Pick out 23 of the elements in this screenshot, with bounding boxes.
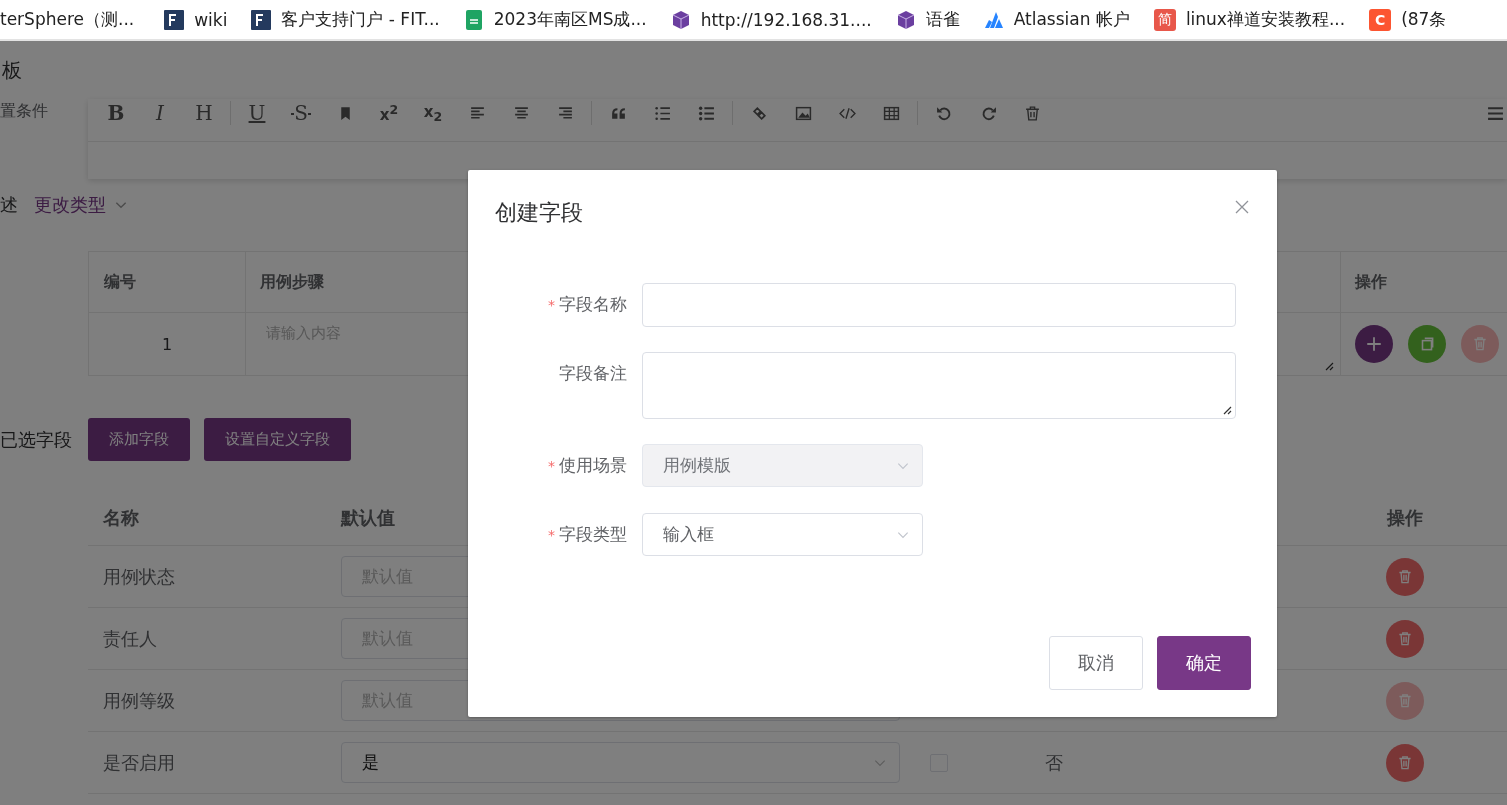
section-label: 置条件 — [0, 100, 49, 122]
table-cell: 是否启用 — [103, 751, 175, 773]
bookmark-badge-icon: C — [1369, 8, 1392, 31]
column-header: 默认值 — [341, 507, 395, 528]
column-header: 编号 — [104, 271, 136, 293]
form-label: * 字段名称 — [547, 293, 628, 316]
table-cell: 用例等级 — [103, 689, 175, 711]
table-cell: 否 — [1045, 751, 1063, 773]
table-cell: 责任人 — [103, 627, 157, 649]
column-header: 操作 — [1355, 271, 1387, 293]
description-label: 述 — [0, 193, 18, 217]
column-header: 用例步骤 — [260, 271, 324, 293]
table-cell: 用例状态 — [103, 565, 175, 587]
table-cell: 1 — [161, 334, 173, 354]
column-header: 名称 — [103, 507, 139, 528]
bookmark-badge-icon: 简 — [1153, 8, 1176, 31]
page-title: 板 — [2, 56, 22, 84]
form-label: * 字段类型 — [547, 523, 628, 546]
dialog-title: 创建字段 — [495, 199, 583, 227]
column-header: 操作 — [1387, 505, 1423, 530]
form-label: 字段备注 — [558, 362, 628, 385]
form-label: * 使用场景 — [547, 454, 628, 477]
selected-fields-label: 已选字段 — [0, 427, 73, 452]
